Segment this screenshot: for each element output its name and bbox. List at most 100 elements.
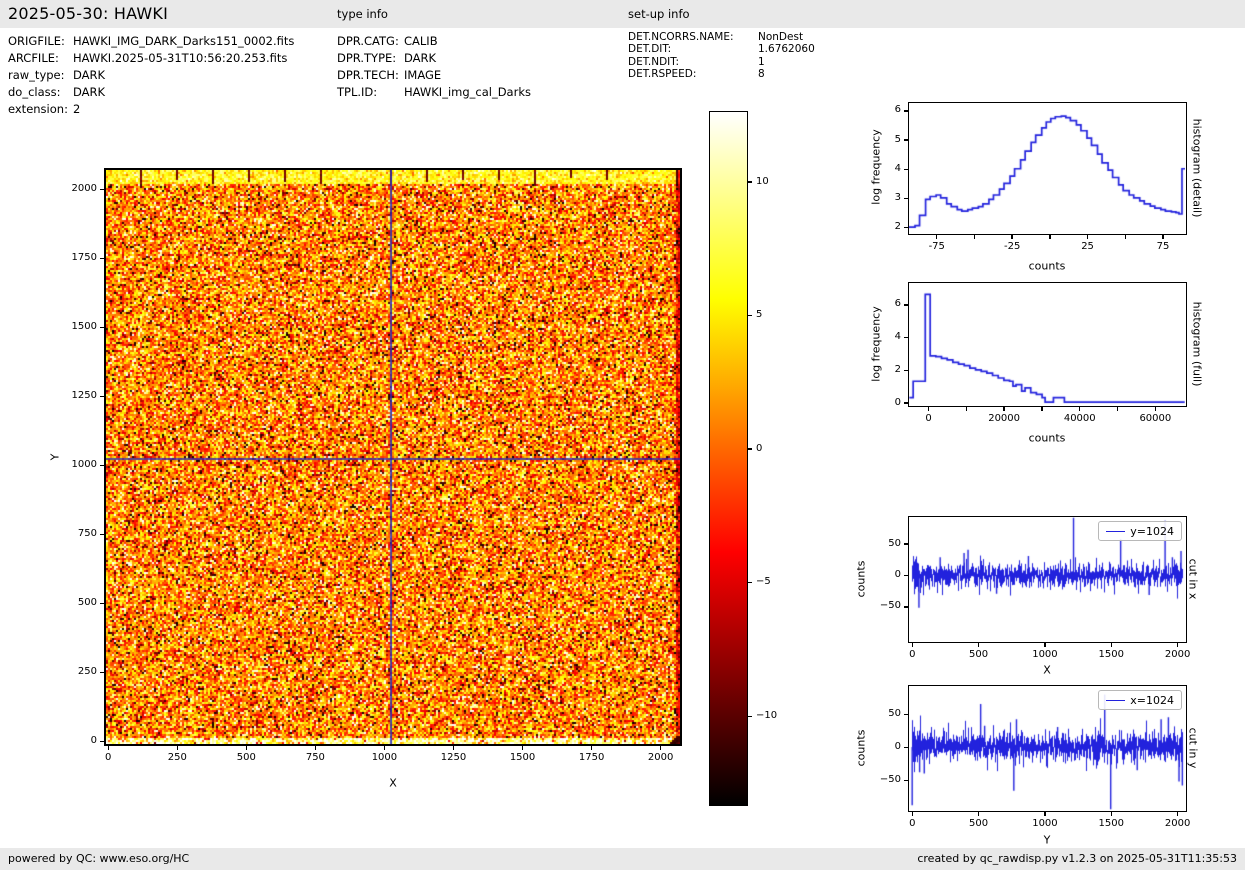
info-value: 2 bbox=[73, 102, 80, 116]
info-label: DPR.TYPE: bbox=[337, 51, 396, 65]
tick-mark bbox=[748, 315, 752, 316]
tick-mark bbox=[1111, 643, 1112, 647]
info-value: HAWKI_img_cal_Darks bbox=[404, 85, 531, 99]
tick-mark bbox=[904, 110, 908, 111]
tick-label: 2000 bbox=[53, 183, 97, 194]
histogram-full-canvas bbox=[909, 283, 1185, 405]
tick-label: 0 bbox=[86, 752, 130, 763]
info-label: DPR.TECH: bbox=[337, 68, 399, 82]
tick-mark bbox=[100, 534, 104, 535]
tick-mark bbox=[100, 396, 104, 397]
tick-label: 0 bbox=[756, 443, 762, 454]
tick-label: 0 bbox=[53, 735, 97, 746]
tick-label: 0 bbox=[890, 649, 934, 660]
tick-mark bbox=[904, 169, 908, 170]
info-label: raw_type: bbox=[8, 68, 65, 82]
tick-label: −50 bbox=[857, 774, 901, 785]
tick-mark bbox=[177, 746, 178, 750]
tick-mark bbox=[904, 337, 908, 338]
info-value: CALIB bbox=[404, 34, 438, 48]
legend-line-sample bbox=[1106, 531, 1125, 532]
tick-mark bbox=[978, 812, 979, 816]
tick-label: 3 bbox=[857, 192, 901, 203]
tick-label: 5 bbox=[756, 309, 762, 320]
tick-label: 0 bbox=[857, 741, 901, 752]
info-label: ARCFILE: bbox=[8, 51, 59, 65]
tick-mark bbox=[748, 448, 752, 449]
tick-mark bbox=[100, 603, 104, 604]
info-label: DPR.CATG: bbox=[337, 34, 399, 48]
tick-label: 6 bbox=[857, 298, 901, 309]
tick-mark bbox=[522, 746, 523, 750]
tick-mark bbox=[904, 139, 908, 140]
footer-right-text: created by qc_rawdisp.py v1.2.3 on 2025-… bbox=[917, 852, 1237, 865]
tick-mark bbox=[100, 465, 104, 466]
tick-mark bbox=[904, 747, 908, 748]
tick-label: 5 bbox=[857, 134, 901, 145]
histogram-detail-canvas bbox=[909, 103, 1185, 233]
main-xaxis-label: X bbox=[389, 777, 397, 790]
tick-mark bbox=[1162, 235, 1163, 239]
tick-label: 0 bbox=[890, 818, 934, 829]
info-label: do_class: bbox=[8, 85, 61, 99]
info-value: IMAGE bbox=[404, 68, 441, 82]
tick-mark bbox=[100, 189, 104, 190]
info-value: HAWKI_IMG_DARK_Darks151_0002.fits bbox=[73, 34, 294, 48]
hist-full-side-label: histogram (full) bbox=[1191, 302, 1204, 387]
legend-label: y=1024 bbox=[1130, 525, 1174, 538]
tick-label: -25 bbox=[990, 241, 1034, 252]
tick-mark bbox=[748, 181, 752, 182]
tick-mark bbox=[904, 780, 908, 781]
tick-label: 2000 bbox=[1156, 649, 1200, 660]
tick-mark bbox=[904, 575, 908, 576]
tick-mark bbox=[100, 672, 104, 673]
tick-label: 1500 bbox=[1089, 818, 1133, 829]
tick-label: 750 bbox=[293, 752, 337, 763]
tick-mark bbox=[1155, 407, 1156, 411]
tick-mark bbox=[1044, 643, 1045, 647]
tick-label: 1750 bbox=[570, 752, 614, 763]
info-value: 8 bbox=[758, 68, 765, 80]
info-label: DET.RSPEED: bbox=[628, 68, 696, 80]
header-bar: 2025-05-30: HAWKI type info set-up info bbox=[0, 0, 1245, 28]
tick-label: 25 bbox=[1066, 241, 1110, 252]
tick-mark bbox=[1087, 235, 1088, 239]
tick-label: 2000 bbox=[639, 752, 683, 763]
info-value: 1.6762060 bbox=[758, 43, 815, 55]
tick-mark bbox=[904, 543, 908, 544]
tick-label: 1000 bbox=[1023, 818, 1067, 829]
footer-left-text: powered by QC: www.eso.org/HC bbox=[8, 852, 189, 865]
tick-mark bbox=[748, 716, 752, 717]
tick-mark bbox=[1049, 235, 1050, 239]
tick-label: 1250 bbox=[53, 390, 97, 401]
tick-mark bbox=[1177, 812, 1178, 816]
cut-y-side-label: cut in y bbox=[1187, 728, 1200, 769]
tick-mark bbox=[904, 714, 908, 715]
info-label: DET.DIT: bbox=[628, 43, 671, 55]
tick-label: 1750 bbox=[53, 252, 97, 263]
tick-mark bbox=[1003, 407, 1004, 411]
tick-mark bbox=[660, 746, 661, 750]
tick-label: 10 bbox=[756, 176, 769, 187]
hist-detail-xaxis-label: counts bbox=[1029, 260, 1066, 273]
tick-label: 75 bbox=[1141, 241, 1185, 252]
info-label: DET.NDIT: bbox=[628, 56, 679, 68]
tick-mark bbox=[1041, 407, 1042, 411]
page-title: 2025-05-30: HAWKI bbox=[8, 4, 168, 23]
tick-mark bbox=[904, 198, 908, 199]
footer-bar: powered by QC: www.eso.org/HC created by… bbox=[0, 848, 1245, 870]
tick-label: 1500 bbox=[501, 752, 545, 763]
tick-mark bbox=[1111, 812, 1112, 816]
tick-mark bbox=[453, 746, 454, 750]
main-image-plot bbox=[104, 168, 682, 746]
tick-mark bbox=[100, 258, 104, 259]
tick-mark bbox=[100, 327, 104, 328]
setup-info-heading: set-up info bbox=[628, 7, 690, 21]
tick-mark bbox=[246, 746, 247, 750]
tick-mark bbox=[904, 402, 908, 403]
tick-label: 250 bbox=[53, 666, 97, 677]
cut-x-side-label: cut in x bbox=[1187, 559, 1200, 600]
tick-label: 60000 bbox=[1133, 413, 1177, 424]
hist-detail-side-label: histogram (detail) bbox=[1191, 119, 1204, 218]
tick-mark bbox=[912, 812, 913, 816]
